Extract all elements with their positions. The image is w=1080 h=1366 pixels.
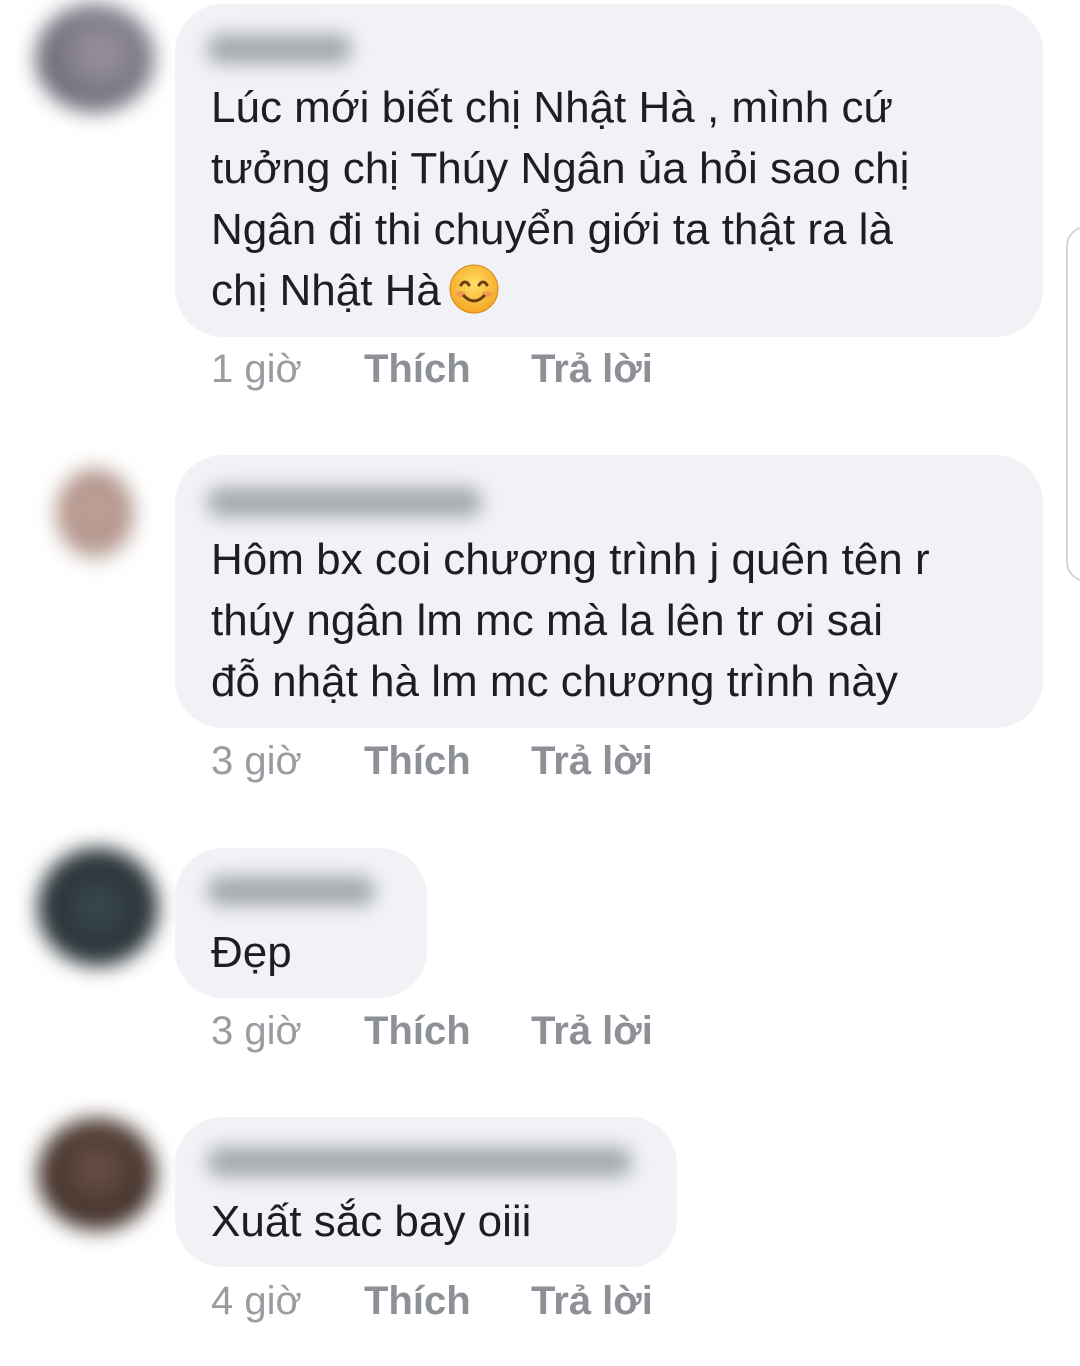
comment-actions: 4 giờ Thích Trả lời: [211, 1276, 711, 1326]
comment-timestamp[interactable]: 4 giờ: [211, 1276, 302, 1326]
avatar[interactable]: [38, 1118, 156, 1230]
like-button[interactable]: Thích: [364, 1276, 471, 1326]
author-name-blurred[interactable]: [207, 1147, 632, 1177]
comment-item: Xuất sắc bay oiii 4 giờ Thích Trả lời: [0, 0, 1080, 1366]
comment-text: Xuất sắc bay oiii: [211, 1191, 531, 1252]
side-panel-edge[interactable]: [1066, 226, 1080, 582]
reply-button[interactable]: Trả lời: [531, 1276, 653, 1326]
comment-bubble: Xuất sắc bay oiii: [175, 1117, 677, 1267]
comment-text-line: Xuất sắc bay oiii: [211, 1197, 532, 1246]
